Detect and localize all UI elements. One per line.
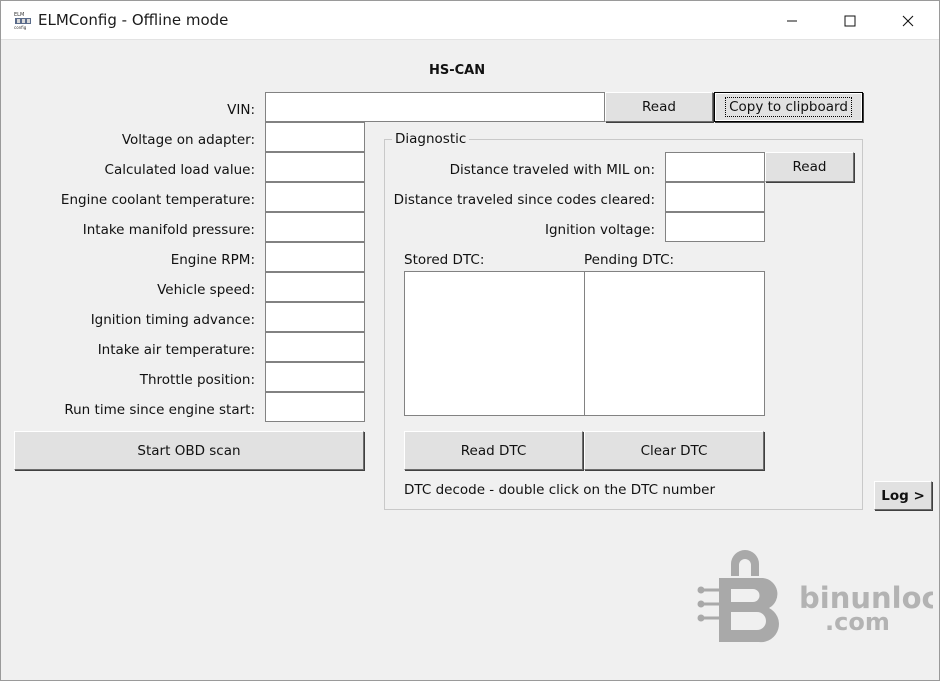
app-window: ELM config ELMConfig - Offline mode HS-C… — [0, 0, 940, 681]
app-icon: ELM config — [14, 12, 31, 30]
param-field-rpm[interactable] — [265, 242, 365, 272]
vin-read-button[interactable]: Read — [605, 92, 713, 122]
svg-text:ELM: ELM — [14, 12, 24, 18]
padlock-icon — [697, 550, 779, 643]
minimize-button[interactable] — [763, 1, 821, 40]
param-label-voltage: Voltage on adapter: — [121, 132, 255, 148]
param-field-speed[interactable] — [265, 272, 365, 302]
param-label-runtime: Run time since engine start: — [64, 402, 255, 418]
title-bar[interactable]: ELM config ELMConfig - Offline mode — [1, 1, 939, 40]
param-label-throttle: Throttle position: — [139, 372, 255, 388]
window-title: ELMConfig - Offline mode — [38, 11, 229, 29]
pending-dtc-label: Pending DTC: — [584, 252, 675, 268]
start-obd-scan-button[interactable]: Start OBD scan — [14, 431, 364, 470]
svg-text:config: config — [14, 25, 27, 30]
cleared-distance-label: Distance traveled since codes cleared: — [393, 192, 655, 208]
close-button[interactable] — [879, 1, 937, 40]
param-field-manifold[interactable] — [265, 212, 365, 242]
param-field-load[interactable] — [265, 152, 365, 182]
param-field-intake-air[interactable] — [265, 332, 365, 362]
param-label-manifold: Intake manifold pressure: — [82, 222, 255, 238]
pending-dtc-list[interactable] — [584, 271, 765, 416]
read-dtc-button[interactable]: Read DTC — [404, 431, 583, 470]
param-field-coolant[interactable] — [265, 182, 365, 212]
section-title: HS-CAN — [429, 63, 486, 78]
stored-dtc-list[interactable] — [404, 271, 585, 416]
copy-to-clipboard-label: Copy to clipboard — [725, 97, 852, 117]
ignition-voltage-field[interactable] — [665, 212, 765, 242]
vin-field[interactable] — [265, 92, 605, 122]
clear-dtc-button[interactable]: Clear DTC — [584, 431, 764, 470]
minimize-icon — [787, 20, 797, 21]
param-label-intake-air: Intake air temperature: — [97, 342, 255, 358]
copy-to-clipboard-button[interactable]: Copy to clipboard — [714, 92, 863, 122]
vin-label: VIN: — [227, 102, 255, 118]
param-label-timing: Ignition timing advance: — [90, 312, 255, 328]
diagnostic-group-title: Diagnostic — [392, 131, 470, 147]
cleared-distance-field[interactable] — [665, 182, 765, 212]
param-field-voltage[interactable] — [265, 122, 365, 152]
maximize-icon — [844, 15, 856, 26]
param-label-load: Calculated load value: — [104, 162, 255, 178]
diagnostic-read-button[interactable]: Read — [765, 152, 854, 182]
param-field-runtime[interactable] — [265, 392, 365, 422]
dtc-decode-hint: DTC decode - double click on the DTC num… — [404, 482, 716, 498]
stored-dtc-label: Stored DTC: — [404, 252, 485, 268]
watermark-domain: .com — [825, 608, 890, 636]
maximize-button[interactable] — [821, 1, 879, 40]
param-label-speed: Vehicle speed: — [157, 282, 255, 298]
log-button[interactable]: Log > — [874, 481, 932, 510]
mil-distance-label: Distance traveled with MIL on: — [449, 162, 655, 178]
param-field-throttle[interactable] — [265, 362, 365, 392]
ignition-voltage-label: Ignition voltage: — [545, 222, 655, 238]
param-label-coolant: Engine coolant temperature: — [60, 192, 255, 208]
param-field-timing[interactable] — [265, 302, 365, 332]
watermark-logo: binunlock .com — [697, 550, 933, 643]
mil-distance-field[interactable] — [665, 152, 765, 182]
param-label-rpm: Engine RPM: — [170, 252, 255, 268]
close-icon — [902, 15, 914, 26]
